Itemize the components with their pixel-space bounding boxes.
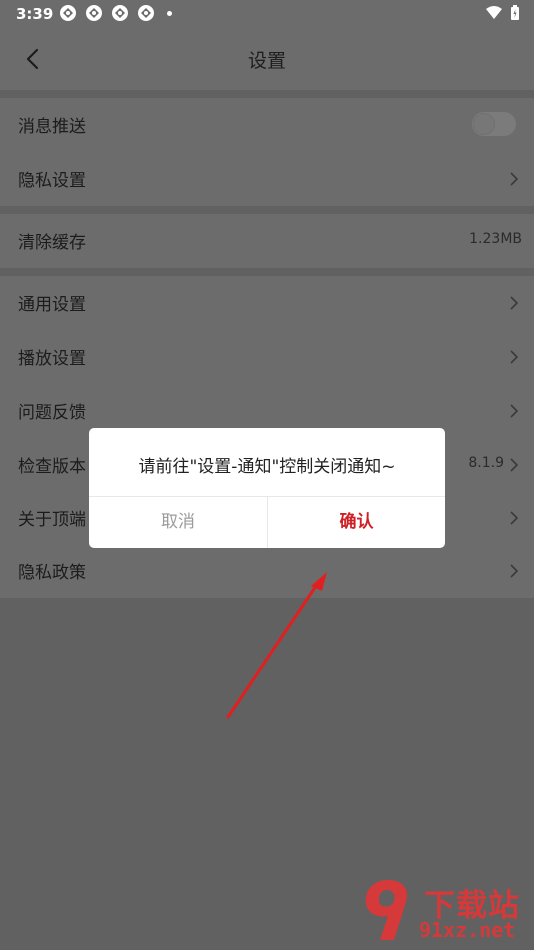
row-label: 检查版本 xyxy=(18,457,86,477)
cache-size-value: 1.23MB xyxy=(469,231,522,247)
section-divider xyxy=(0,268,534,276)
settings-row-push[interactable]: 消息推送 xyxy=(0,98,534,152)
chevron-right-icon xyxy=(510,564,518,578)
settings-row-clear-cache[interactable]: 清除缓存 1.23MB xyxy=(0,214,534,268)
confirm-button[interactable]: 确认 xyxy=(268,497,445,548)
status-notification-icons xyxy=(59,4,172,22)
chevron-right-icon xyxy=(510,350,518,364)
status-right-icons xyxy=(486,5,520,21)
chevron-right-icon xyxy=(510,296,518,310)
app-notification-icon xyxy=(86,5,102,21)
row-label: 消息推送 xyxy=(18,117,86,137)
app-notification-icon xyxy=(138,5,154,21)
version-value: 8.1.9 xyxy=(468,455,504,471)
row-label: 播放设置 xyxy=(18,349,86,369)
wifi-icon xyxy=(486,6,502,19)
site-watermark: 下载站 91xz.net xyxy=(358,876,528,946)
more-notifications-dot-icon xyxy=(167,11,172,16)
row-label: 问题反馈 xyxy=(18,403,86,423)
notification-dialog: 请前往"设置-通知"控制关闭通知~ 取消 确认 xyxy=(89,428,445,548)
settings-row-general[interactable]: 通用设置 xyxy=(0,276,534,330)
row-label: 隐私政策 xyxy=(18,563,86,583)
dialog-message: 请前往"设置-通知"控制关闭通知~ xyxy=(138,457,396,477)
row-label: 关于顶端 xyxy=(18,510,86,530)
cancel-button[interactable]: 取消 xyxy=(89,497,267,548)
status-bar: 3:39 xyxy=(0,0,534,28)
settings-row-playback[interactable]: 播放设置 xyxy=(0,330,534,384)
watermark-domain: 91xz.net xyxy=(419,918,516,942)
app-notification-icon xyxy=(60,5,76,21)
row-label: 隐私设置 xyxy=(18,171,86,191)
row-label: 清除缓存 xyxy=(18,233,86,253)
chevron-right-icon xyxy=(510,458,518,472)
chevron-right-icon xyxy=(510,172,518,186)
settings-row-privacy-policy[interactable]: 隐私政策 xyxy=(0,544,534,598)
header: 设置 xyxy=(0,28,534,90)
watermark-logo-icon xyxy=(365,880,408,940)
status-time: 3:39 xyxy=(16,5,54,23)
settings-row-privacy-settings[interactable]: 隐私设置 xyxy=(0,152,534,206)
section-divider xyxy=(0,206,534,214)
chevron-right-icon xyxy=(510,404,518,418)
page-title: 设置 xyxy=(247,50,286,72)
section-divider xyxy=(0,90,534,98)
app-notification-icon xyxy=(112,5,128,21)
toggle-knob xyxy=(474,114,494,134)
chevron-right-icon xyxy=(510,511,518,525)
push-toggle[interactable] xyxy=(472,112,516,136)
battery-icon xyxy=(511,5,519,20)
row-label: 通用设置 xyxy=(18,295,86,315)
